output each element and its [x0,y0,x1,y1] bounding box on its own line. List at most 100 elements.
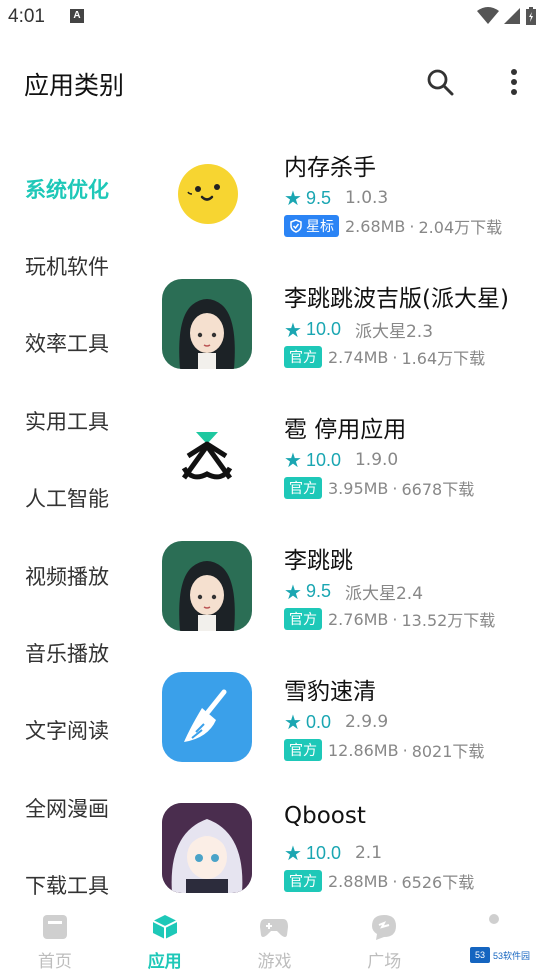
app-rating: 10.0 [305,449,341,470]
sidebar-item-label: 音乐播放 [25,642,109,667]
app-sub: 官方 2.88MB · 6526下载 [284,869,474,893]
page-title: 应用类别 [24,71,125,100]
nav-apps[interactable]: 应用 [110,905,220,980]
sidebar-item-label: 实用工具 [25,409,109,434]
app-meta: ★ 9.5 1.0.3 [284,186,388,210]
sidebar-item-label: 下载工具 [25,874,109,899]
profile-icon [489,914,500,924]
sidebar-item-video[interactable]: 视频播放 [0,537,140,614]
app-sub: 官方 2.74MB · 1.64万下载 [284,345,485,369]
app-downloads: 1.64万下载 [401,349,486,368]
app-name: 李跳跳波吉版(派大星) [284,286,509,312]
app-rating: 9.5 [305,187,331,208]
nav-games[interactable]: 游戏 [220,905,330,980]
app-downloads: 2.04万下载 [418,218,503,237]
app-size: 2.68MB [345,216,406,236]
sidebar-item-label: 视频播放 [25,564,109,589]
sidebar-item-comics[interactable]: 全网漫画 [0,769,140,846]
app-list-item[interactable]: 李跳跳波吉版(派大星) ★ 10.0 派大星2.3 官方 2.74MB · 1.… [150,271,549,402]
nav-label: 游戏 [257,952,292,972]
app-size: 3.95MB [328,478,389,498]
star-icon: ★ [284,841,302,865]
app-name: Qboost [284,803,366,829]
official-badge: 官方 [284,346,322,368]
cube-icon [152,915,178,939]
home-icon [42,915,67,939]
separator: · [392,871,398,891]
app-rating: 9.5 [305,581,331,601]
separator: · [392,609,398,629]
nav-label: 广场 [367,952,402,972]
notification-icon: A [70,9,84,23]
app-meta: ★ 9.5 派大星2.4 [284,579,424,605]
app-version: 2.9.9 [344,712,389,732]
gamepad-icon [260,919,289,937]
shield-icon [290,219,302,233]
app-version: 1.0.3 [344,188,389,208]
separator: · [392,347,398,367]
nav-square[interactable]: 广场 [329,905,439,980]
search-button[interactable] [420,62,460,102]
app-downloads: 13.52万下载 [401,611,496,630]
app-size: 2.74MB [328,347,389,367]
star-icon: ★ [284,579,302,604]
app-downloads: 6678下载 [401,480,475,499]
sidebar-item-label: 玩机软件 [25,255,109,280]
signal-icon [504,8,520,24]
app-meta: ★ 10.0 2.1 [284,841,382,865]
app-name: 李跳跳 [284,548,353,574]
sidebar-item-label: 全网漫画 [25,796,109,821]
app-list: 内存杀手 ★ 9.5 1.0.3 星标 2.68MB · 2.04万下载 李跳跳… [150,140,549,926]
app-list-item[interactable]: 雪豹速清 ★ 0.0 2.9.9 官方 12.86MB · 8021下载 [150,664,549,795]
hourglass-logo-icon [162,410,252,500]
sidebar-item-label: 人工智能 [25,487,109,512]
star-badge: 星标 [284,215,339,237]
app-size: 2.76MB [328,609,389,629]
nav-label: 应用 [147,952,182,972]
separator: · [409,216,415,236]
more-vertical-icon [511,69,517,95]
app-meta: ★ 10.0 1.9.0 [284,448,398,472]
sidebar-item-music[interactable]: 音乐播放 [0,614,140,691]
status-bar: 4:01 A [0,0,549,36]
sidebar-item-label: 系统优化 [25,177,109,202]
app-list-item[interactable]: 内存杀手 ★ 9.5 1.0.3 星标 2.68MB · 2.04万下载 [150,140,549,271]
official-badge: 官方 [284,739,322,761]
app-rating: 0.0 [305,711,331,732]
sidebar-item-ai[interactable]: 人工智能 [0,460,140,537]
sidebar-item-label: 文字阅读 [25,719,109,744]
separator: · [402,740,408,760]
sidebar-item-phone-tools[interactable]: 玩机软件 [0,227,140,304]
sidebar-item-reading[interactable]: 文字阅读 [0,692,140,769]
app-name: 雪豹速清 [284,679,376,705]
status-time: 4:01 [8,6,45,27]
app-version: 2.1 [354,843,383,863]
star-icon: ★ [284,317,302,342]
app-version: 派大星2.4 [344,584,424,604]
app-size: 12.86MB [328,740,399,760]
anime-girl-icon [162,279,252,369]
anime-avatar-icon [162,803,252,893]
official-badge: 官方 [284,477,322,499]
more-options-button[interactable] [494,62,534,102]
bottom-nav: 首页 应用 游戏 广场 [0,905,549,980]
app-sub: 星标 2.68MB · 2.04万下载 [284,214,502,238]
star-icon: ★ [284,186,302,210]
app-meta: ★ 0.0 2.9.9 [284,710,388,734]
search-icon [427,69,454,96]
battery-icon [526,7,536,25]
app-meta: ★ 10.0 派大星2.3 [284,317,433,343]
anime-girl-icon [162,541,252,631]
app-list-item[interactable]: 雹 停用应用 ★ 10.0 1.9.0 官方 3.95MB · 6678下载 [150,402,549,533]
app-version: 1.9.0 [354,450,399,470]
sidebar-item-system-optimize[interactable]: 系统优化 [0,150,140,227]
star-icon: ★ [284,710,302,734]
watermark-logo: 53 53软件园 [470,942,542,968]
app-sub: 官方 2.76MB · 13.52万下载 [284,607,495,631]
sidebar-item-efficiency[interactable]: 效率工具 [0,305,140,382]
app-list-item[interactable]: 李跳跳 ★ 9.5 派大星2.4 官方 2.76MB · 13.52万下载 [150,533,549,664]
nav-home[interactable]: 首页 [0,905,110,980]
badge-label: 星标 [306,219,334,235]
sidebar-item-utilities[interactable]: 实用工具 [0,382,140,459]
app-name: 雹 停用应用 [284,417,407,443]
